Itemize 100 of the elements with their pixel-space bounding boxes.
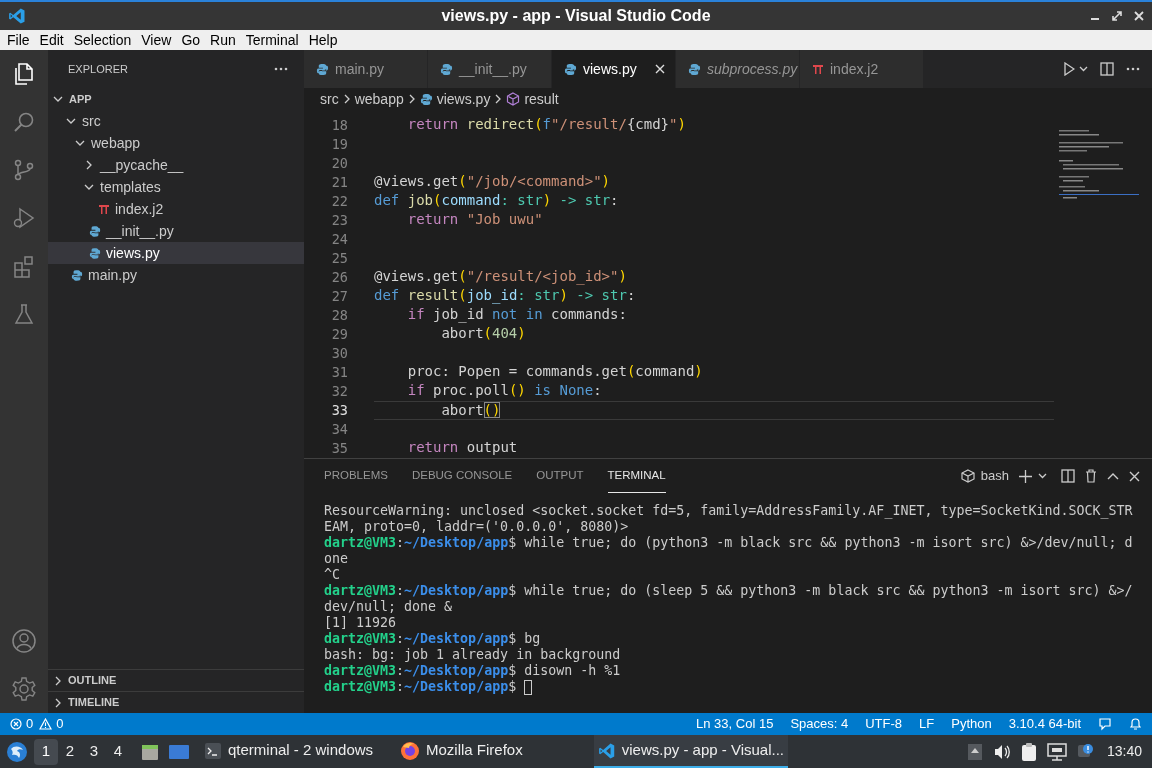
panel-tab[interactable]: TERMINAL xyxy=(607,459,666,493)
menu-item[interactable]: Terminal xyxy=(240,29,304,51)
taskbar-button[interactable]: Mozilla Firefox xyxy=(396,735,594,768)
tree-item[interactable]: __pycache__ xyxy=(48,154,304,176)
workspace-button[interactable]: 4 xyxy=(106,738,130,765)
tree-item[interactable]: webapp xyxy=(48,132,304,154)
workspace-button[interactable]: 2 xyxy=(58,738,82,765)
taskbar-button[interactable]: views.py - app - Visual... xyxy=(594,735,788,768)
error-icon xyxy=(10,718,22,730)
settings-icon[interactable] xyxy=(11,676,37,702)
editor-tab[interactable]: subprocess.py xyxy=(676,50,800,88)
breadcrumb-item[interactable]: webapp xyxy=(354,88,404,110)
tree-item[interactable]: __init__.py xyxy=(48,220,304,242)
status-item[interactable]: Python xyxy=(951,714,992,734)
line-number: 28 xyxy=(330,306,348,326)
close-icon[interactable] xyxy=(655,64,665,74)
source-control-icon[interactable] xyxy=(12,158,36,182)
tree-item[interactable]: APP xyxy=(48,88,304,110)
desktop-icon[interactable] xyxy=(168,742,190,761)
status-item[interactable]: Spaces: 4 xyxy=(790,714,849,734)
chevron-down-icon[interactable] xyxy=(1038,473,1047,479)
terminal-shell-label[interactable]: bash xyxy=(980,466,1009,486)
terminal-line: ^C xyxy=(324,567,341,583)
split-editor-icon[interactable] xyxy=(1100,62,1114,76)
chevron-down-icon[interactable] xyxy=(1079,66,1088,72)
clipboard-icon[interactable] xyxy=(1020,741,1037,762)
tree-item[interactable]: views.py xyxy=(48,242,304,264)
status-item[interactable]: Ln 33, Col 15 xyxy=(696,714,774,734)
code-line: return redirect(f"/result/{cmd}") xyxy=(406,116,687,134)
workspace-button[interactable]: 1 xyxy=(34,738,58,765)
line-number: 24 xyxy=(330,230,348,250)
line-number: 21 xyxy=(330,173,348,193)
taskbar-button[interactable]: qterminal - 2 windows xyxy=(200,735,396,768)
line-number: 22 xyxy=(330,192,348,212)
python-file-icon xyxy=(316,62,329,76)
section-header[interactable]: OUTLINE xyxy=(48,669,304,691)
more-actions-icon[interactable] xyxy=(274,67,288,71)
terminal-line: dartz@VM3:~/Desktop/app$ disown -h %1 xyxy=(324,663,622,679)
panel-tab[interactable]: DEBUG CONSOLE xyxy=(411,459,513,493)
minimap-drawing[interactable] xyxy=(1059,130,1139,200)
line-number: 33 xyxy=(330,401,348,421)
jinja-file-icon xyxy=(812,63,824,75)
chevron-up-icon[interactable] xyxy=(1107,472,1119,480)
chevron-right-icon xyxy=(54,697,62,708)
volume-icon[interactable] xyxy=(992,743,1011,760)
account-icon[interactable] xyxy=(11,628,37,654)
run-debug-icon[interactable] xyxy=(12,206,36,230)
panel-tab[interactable]: OUTPUT xyxy=(536,459,584,493)
search-icon[interactable] xyxy=(12,110,36,134)
feedback-icon[interactable] xyxy=(1098,717,1112,731)
line-number: 27 xyxy=(330,287,348,307)
network-icon[interactable] xyxy=(1046,742,1067,761)
menu-item[interactable]: View xyxy=(136,29,177,51)
problems-status[interactable]: 0 0 xyxy=(10,714,64,734)
close-icon[interactable] xyxy=(1134,11,1144,21)
chevron-right-icon xyxy=(407,94,416,104)
split-terminal-icon[interactable] xyxy=(1061,469,1075,483)
start-menu-icon[interactable] xyxy=(6,740,28,763)
breadcrumb-item[interactable]: src xyxy=(320,88,339,110)
extensions-icon[interactable] xyxy=(12,254,36,278)
breadcrumb-item[interactable]: views.py xyxy=(419,88,491,110)
menu-item[interactable]: Edit xyxy=(34,29,69,51)
vscode-logo-icon xyxy=(8,7,26,25)
plus-icon[interactable] xyxy=(1019,469,1032,483)
line-number: 34 xyxy=(330,420,348,440)
close-icon[interactable] xyxy=(1129,470,1140,482)
menu-item[interactable]: Go xyxy=(176,29,206,51)
editor-tab[interactable]: index.j2 xyxy=(800,50,924,88)
trash-icon[interactable] xyxy=(1085,469,1097,483)
tree-item[interactable]: templates xyxy=(48,176,304,198)
more-actions-icon[interactable] xyxy=(1126,67,1140,71)
line-number: 20 xyxy=(330,154,348,174)
editor-tab[interactable]: __init__.py xyxy=(428,50,552,88)
status-item[interactable]: UTF-8 xyxy=(865,714,903,734)
flask-icon[interactable] xyxy=(12,302,36,326)
breadcrumb-item[interactable]: result xyxy=(506,88,559,110)
code-line: abort() xyxy=(374,401,1054,420)
clock[interactable]: 13:40 xyxy=(1106,741,1142,762)
panel-tab[interactable]: PROBLEMS xyxy=(324,459,388,493)
menu-item[interactable]: File xyxy=(2,29,35,51)
tree-item[interactable]: main.py xyxy=(48,264,304,286)
restore-icon[interactable] xyxy=(1112,11,1122,21)
workspace-button[interactable]: 3 xyxy=(82,738,106,765)
status-item[interactable]: LF xyxy=(919,714,935,734)
line-number: 25 xyxy=(330,249,348,269)
terminal-line: EAM, proto=0, laddr=('0.0.0.0', 8080)> xyxy=(324,519,630,535)
menu-item[interactable]: Help xyxy=(303,29,343,51)
python-file-icon xyxy=(688,62,701,76)
editor-tab[interactable]: views.py xyxy=(552,50,676,88)
sidebar-title: EXPLORER xyxy=(68,61,128,77)
run-icon[interactable] xyxy=(1063,62,1075,76)
bell-icon[interactable] xyxy=(1129,717,1142,731)
menu-item[interactable]: Selection xyxy=(68,29,137,51)
status-item[interactable]: 3.10.4 64-bit xyxy=(1008,714,1081,734)
editor-tab[interactable]: main.py xyxy=(304,50,428,88)
tree-item[interactable]: src xyxy=(48,110,304,132)
menu-item[interactable]: Run xyxy=(205,29,241,51)
tree-item[interactable]: index.j2 xyxy=(48,198,304,220)
chevron-down-icon xyxy=(53,95,63,103)
terminal-line: dartz@VM3:~/Desktop/app$ while true; do (sleep 5 && python3 -m black src && python3 -m isort src) &>/ xyxy=(324,583,1134,599)
